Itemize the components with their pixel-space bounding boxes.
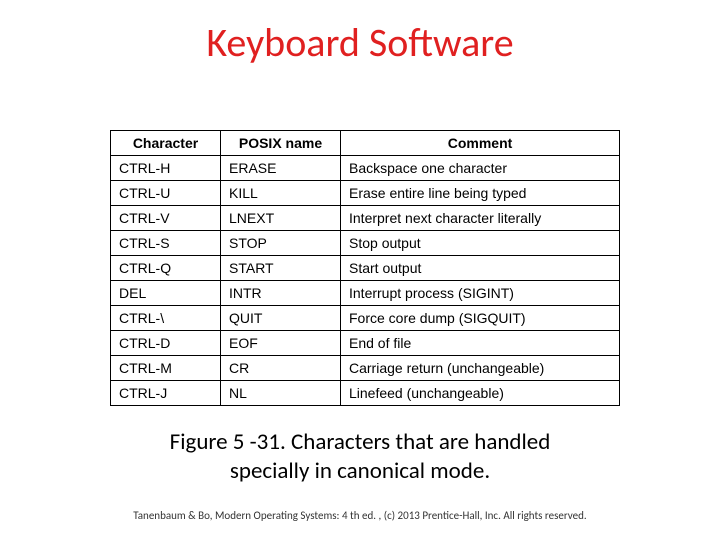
table-header-row: Character POSIX name Comment	[111, 131, 620, 156]
cell-character: CTRL-U	[111, 181, 221, 206]
cell-character: CTRL-D	[111, 331, 221, 356]
table-row: CTRL-S STOP Stop output	[111, 231, 620, 256]
col-header-comment: Comment	[341, 131, 620, 156]
cell-posix: ERASE	[221, 156, 341, 181]
col-header-posix: POSIX name	[221, 131, 341, 156]
cell-comment: Linefeed (unchangeable)	[341, 381, 620, 406]
col-header-character: Character	[111, 131, 221, 156]
cell-character: DEL	[111, 281, 221, 306]
cell-character: CTRL-J	[111, 381, 221, 406]
character-table: Character POSIX name Comment CTRL-H ERAS…	[110, 130, 620, 406]
cell-posix: KILL	[221, 181, 341, 206]
table-row: CTRL-V LNEXT Interpret next character li…	[111, 206, 620, 231]
table-row: CTRL-J NL Linefeed (unchangeable)	[111, 381, 620, 406]
cell-character: CTRL-M	[111, 356, 221, 381]
slide-title: Keyboard Software	[0, 18, 720, 67]
cell-comment: Start output	[341, 256, 620, 281]
cell-comment: Erase entire line being typed	[341, 181, 620, 206]
cell-comment: Backspace one character	[341, 156, 620, 181]
cell-posix: INTR	[221, 281, 341, 306]
cell-character: CTRL-S	[111, 231, 221, 256]
cell-posix: EOF	[221, 331, 341, 356]
cell-comment: Stop output	[341, 231, 620, 256]
cell-comment: Interpret next character literally	[341, 206, 620, 231]
table-row: CTRL-U KILL Erase entire line being type…	[111, 181, 620, 206]
cell-comment: Force core dump (SIGQUIT)	[341, 306, 620, 331]
table-row: CTRL-H ERASE Backspace one character	[111, 156, 620, 181]
figure-caption: Figure 5 -31. Characters that are handle…	[0, 428, 720, 486]
cell-posix: CR	[221, 356, 341, 381]
cell-character: CTRL-Q	[111, 256, 221, 281]
cell-posix: START	[221, 256, 341, 281]
cell-comment: Interrupt process (SIGINT)	[341, 281, 620, 306]
copyright-footer: Tanenbaum & Bo, Modern Operating Systems…	[0, 509, 720, 522]
table-row: DEL INTR Interrupt process (SIGINT)	[111, 281, 620, 306]
table-row: CTRL-Q START Start output	[111, 256, 620, 281]
table-row: CTRL-M CR Carriage return (unchangeable)	[111, 356, 620, 381]
cell-character: CTRL-\	[111, 306, 221, 331]
cell-posix: LNEXT	[221, 206, 341, 231]
cell-comment: Carriage return (unchangeable)	[341, 356, 620, 381]
caption-line-2: specially in canonical mode.	[230, 457, 490, 485]
caption-line-1: Figure 5 -31. Characters that are handle…	[170, 428, 551, 456]
cell-posix: STOP	[221, 231, 341, 256]
cell-posix: NL	[221, 381, 341, 406]
slide: Keyboard Software Character POSIX name C…	[0, 0, 720, 540]
table-row: CTRL-D EOF End of file	[111, 331, 620, 356]
cell-comment: End of file	[341, 331, 620, 356]
cell-posix: QUIT	[221, 306, 341, 331]
cell-character: CTRL-H	[111, 156, 221, 181]
cell-character: CTRL-V	[111, 206, 221, 231]
table-row: CTRL-\ QUIT Force core dump (SIGQUIT)	[111, 306, 620, 331]
